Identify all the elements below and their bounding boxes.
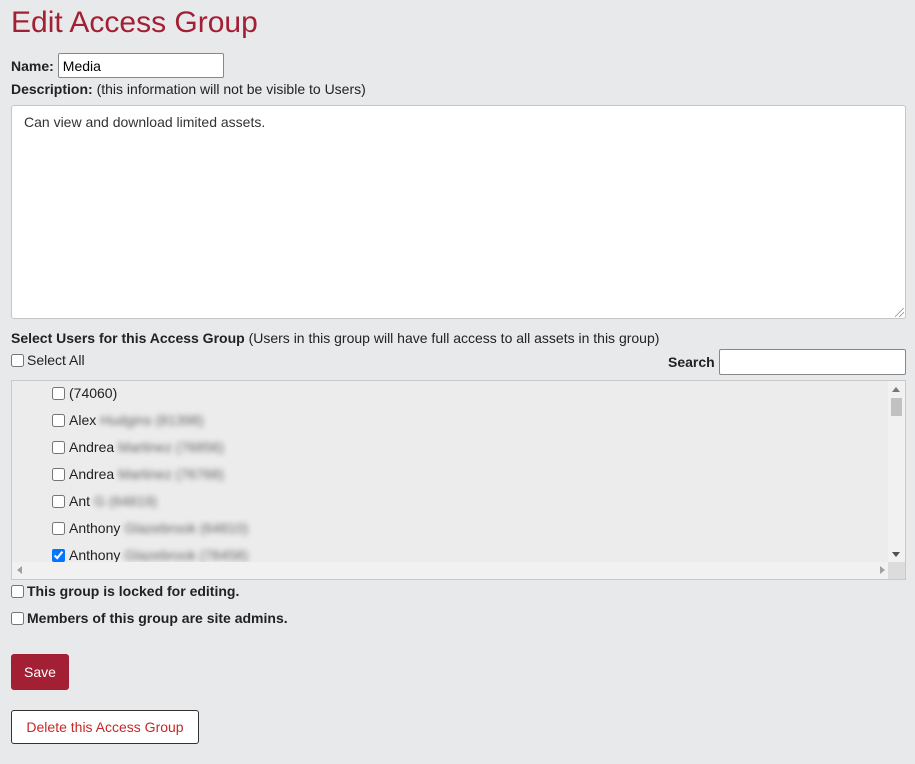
admins-option[interactable]: Members of this group are site admins. bbox=[11, 610, 288, 626]
user-first-name: Anthony bbox=[69, 547, 121, 563]
user-detail: Glazebrook (64810) bbox=[124, 520, 249, 536]
user-list-item[interactable]: Andrea Martinez (76856) bbox=[52, 437, 224, 457]
name-row: Name: bbox=[11, 53, 224, 78]
search-row: Search bbox=[668, 349, 906, 375]
user-checkbox[interactable] bbox=[52, 467, 65, 481]
user-first-name: Andrea bbox=[69, 439, 115, 455]
horizontal-scrollbar[interactable] bbox=[12, 562, 890, 579]
scroll-up-icon[interactable] bbox=[892, 387, 900, 392]
users-label-row: Select Users for this Access Group (User… bbox=[11, 330, 659, 346]
scroll-right-icon[interactable] bbox=[880, 566, 885, 574]
user-list-item[interactable]: Alex Hudgins (81398) bbox=[52, 410, 204, 430]
locked-label: This group is locked for editing. bbox=[27, 583, 240, 599]
description-hint: (this information will not be visible to… bbox=[96, 81, 366, 97]
vertical-scrollbar[interactable] bbox=[888, 381, 905, 563]
user-detail: Glazebrook (78458) bbox=[124, 547, 249, 563]
scroll-thumb[interactable] bbox=[891, 398, 902, 416]
user-checkbox[interactable] bbox=[52, 548, 65, 562]
user-first-name: Andrea bbox=[69, 466, 115, 482]
user-checkbox[interactable] bbox=[52, 386, 65, 400]
select-all-label: Select All bbox=[27, 352, 85, 368]
user-detail: G (64819) bbox=[94, 493, 158, 509]
name-label: Name: bbox=[11, 57, 54, 74]
edit-access-group-page: Edit Access Group Name: Description: (th… bbox=[0, 0, 915, 764]
delete-group-button[interactable]: Delete this Access Group bbox=[11, 710, 199, 744]
locked-checkbox[interactable] bbox=[11, 584, 24, 598]
scrollbar-corner bbox=[888, 562, 905, 579]
users-hint: (Users in this group will have full acce… bbox=[248, 330, 660, 346]
user-detail: Hudgins (81398) bbox=[100, 412, 204, 428]
user-list-item[interactable]: Ant G (64819) bbox=[52, 491, 157, 511]
user-first-name: Anthony bbox=[69, 520, 121, 536]
user-first-name: Ant bbox=[69, 493, 91, 509]
select-all[interactable]: Select All bbox=[11, 352, 85, 368]
description-textarea[interactable] bbox=[11, 105, 906, 319]
search-label: Search bbox=[668, 354, 715, 370]
description-label: Description: bbox=[11, 81, 93, 97]
admins-checkbox[interactable] bbox=[11, 611, 24, 625]
page-title: Edit Access Group bbox=[11, 6, 258, 39]
description-label-row: Description: (this information will not … bbox=[11, 81, 366, 97]
save-button[interactable]: Save bbox=[11, 654, 69, 690]
users-label: Select Users for this Access Group bbox=[11, 330, 245, 346]
locked-option[interactable]: This group is locked for editing. bbox=[11, 583, 239, 599]
scroll-left-icon[interactable] bbox=[17, 566, 22, 574]
name-input[interactable] bbox=[57, 53, 224, 78]
user-detail: (74060) bbox=[69, 385, 118, 401]
user-list[interactable]: (74060) Alex Hudgins (81398) Andrea Martinez… bbox=[11, 380, 906, 580]
select-all-checkbox[interactable] bbox=[11, 353, 24, 367]
user-detail: Martinez (76768) bbox=[118, 466, 224, 482]
user-list-item[interactable]: Andrea Martinez (76768) bbox=[52, 464, 224, 484]
user-list-item[interactable]: (74060) bbox=[52, 383, 117, 403]
search-input[interactable] bbox=[718, 349, 906, 375]
user-checkbox[interactable] bbox=[52, 494, 65, 508]
user-first-name: Alex bbox=[69, 412, 97, 428]
scroll-down-icon[interactable] bbox=[892, 552, 900, 557]
user-detail: Martinez (76856) bbox=[118, 439, 224, 455]
user-list-item[interactable]: Anthony Glazebrook (64810) bbox=[52, 518, 248, 538]
user-checkbox[interactable] bbox=[52, 521, 65, 535]
user-checkbox[interactable] bbox=[52, 440, 65, 454]
admins-label: Members of this group are site admins. bbox=[27, 610, 288, 626]
user-checkbox[interactable] bbox=[52, 413, 65, 427]
